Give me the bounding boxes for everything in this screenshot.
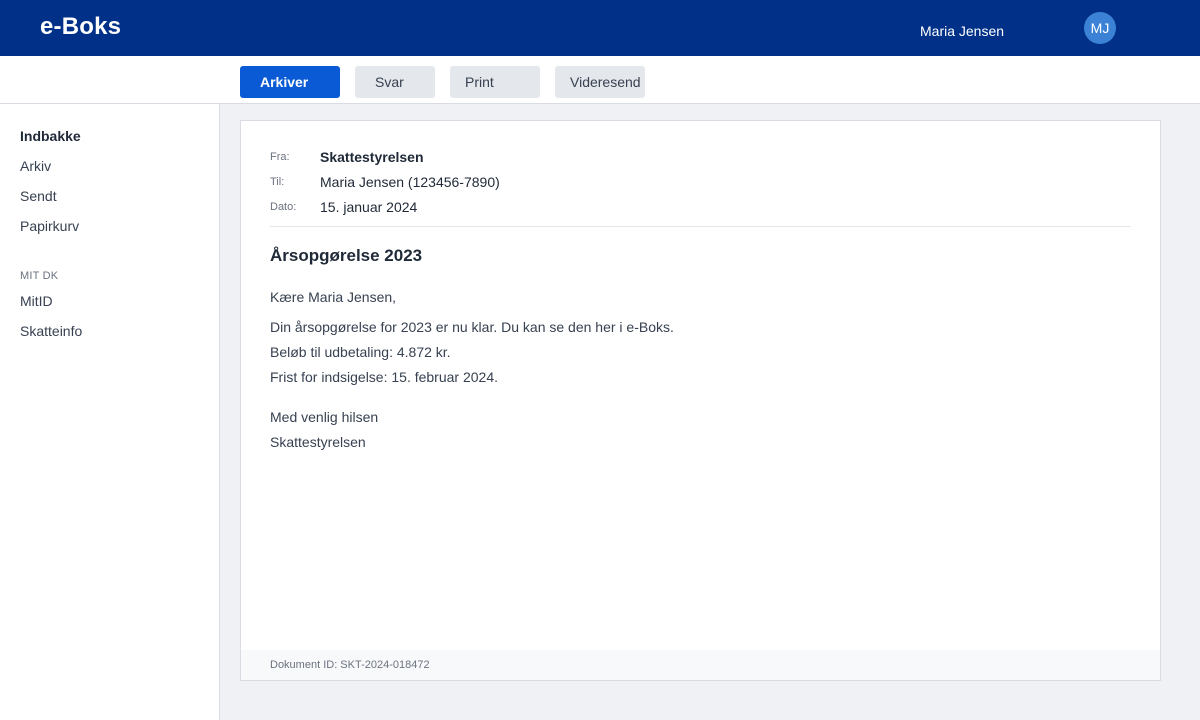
to-value: Maria Jensen (123456-7890) xyxy=(320,174,500,190)
sidebar-section-title: MIT DK xyxy=(20,270,59,282)
sidebar: Indbakke Arkiv Sendt Papirkurv MIT DK Mi… xyxy=(0,104,220,720)
from-label: Fra: xyxy=(270,151,290,163)
message-view: Fra: Skattestyrelsen Til: Maria Jensen (… xyxy=(240,120,1161,681)
user-name: Maria Jensen xyxy=(920,23,1005,39)
date-label: Dato: xyxy=(270,201,297,213)
message-body-line: Frist for indsigelse: 15. februar 2024. xyxy=(270,369,499,385)
avatar[interactable]: MJ xyxy=(1084,12,1116,44)
date-value: 15. januar 2024 xyxy=(320,199,418,215)
archive-button[interactable]: Arkiver xyxy=(240,66,340,98)
header-divider xyxy=(270,226,1131,227)
sidebar-item-mitid[interactable]: MitID xyxy=(20,293,53,309)
message-subject: Årsopgørelse 2023 xyxy=(270,246,423,265)
sidebar-item-inbox[interactable]: Indbakke xyxy=(20,128,81,144)
print-button[interactable]: Print xyxy=(450,66,540,98)
message-toolbar: Arkiver Svar Print Videresend xyxy=(0,56,1200,104)
message-signature: Skattestyrelsen xyxy=(270,434,366,450)
message-body-line: Din årsopgørelse for 2023 er nu klar. Du… xyxy=(270,319,674,335)
message-footer: Dokument ID: SKT-2024-018472 xyxy=(241,650,1160,680)
sidebar-item-skatteinfo[interactable]: Skatteinfo xyxy=(20,323,82,339)
to-label: Til: xyxy=(270,176,285,188)
top-bar: e-Boks Maria Jensen MJ xyxy=(0,0,1200,56)
message-body-line: Beløb til udbetaling: 4.872 kr. xyxy=(270,344,451,360)
sidebar-item-sent[interactable]: Sendt xyxy=(20,188,57,204)
document-id: Dokument ID: SKT-2024-018472 xyxy=(270,659,430,671)
forward-button[interactable]: Videresend xyxy=(555,66,645,98)
message-greeting: Kære Maria Jensen, xyxy=(270,289,397,305)
app-logo[interactable]: e-Boks xyxy=(40,13,121,41)
message-closing: Med venlig hilsen xyxy=(270,409,379,425)
sidebar-item-archive[interactable]: Arkiv xyxy=(20,158,51,174)
from-value: Skattestyrelsen xyxy=(320,149,424,165)
reply-button[interactable]: Svar xyxy=(355,66,435,98)
sidebar-item-trash[interactable]: Papirkurv xyxy=(20,218,79,234)
